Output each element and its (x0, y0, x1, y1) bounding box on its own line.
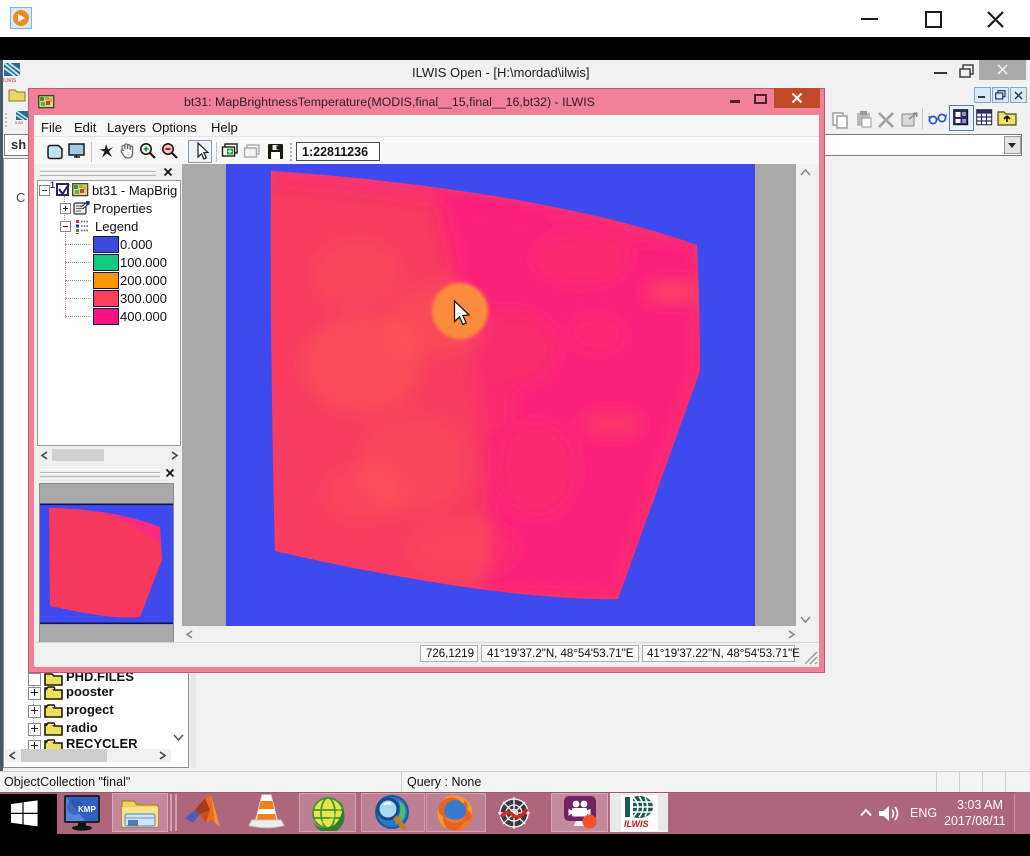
svg-text:ILWI: ILWI (15, 120, 23, 124)
svg-text:ILWIS: ILWIS (624, 819, 649, 829)
svg-text:KMP: KMP (78, 805, 96, 814)
svg-text:ILWIS: ILWIS (3, 78, 17, 83)
